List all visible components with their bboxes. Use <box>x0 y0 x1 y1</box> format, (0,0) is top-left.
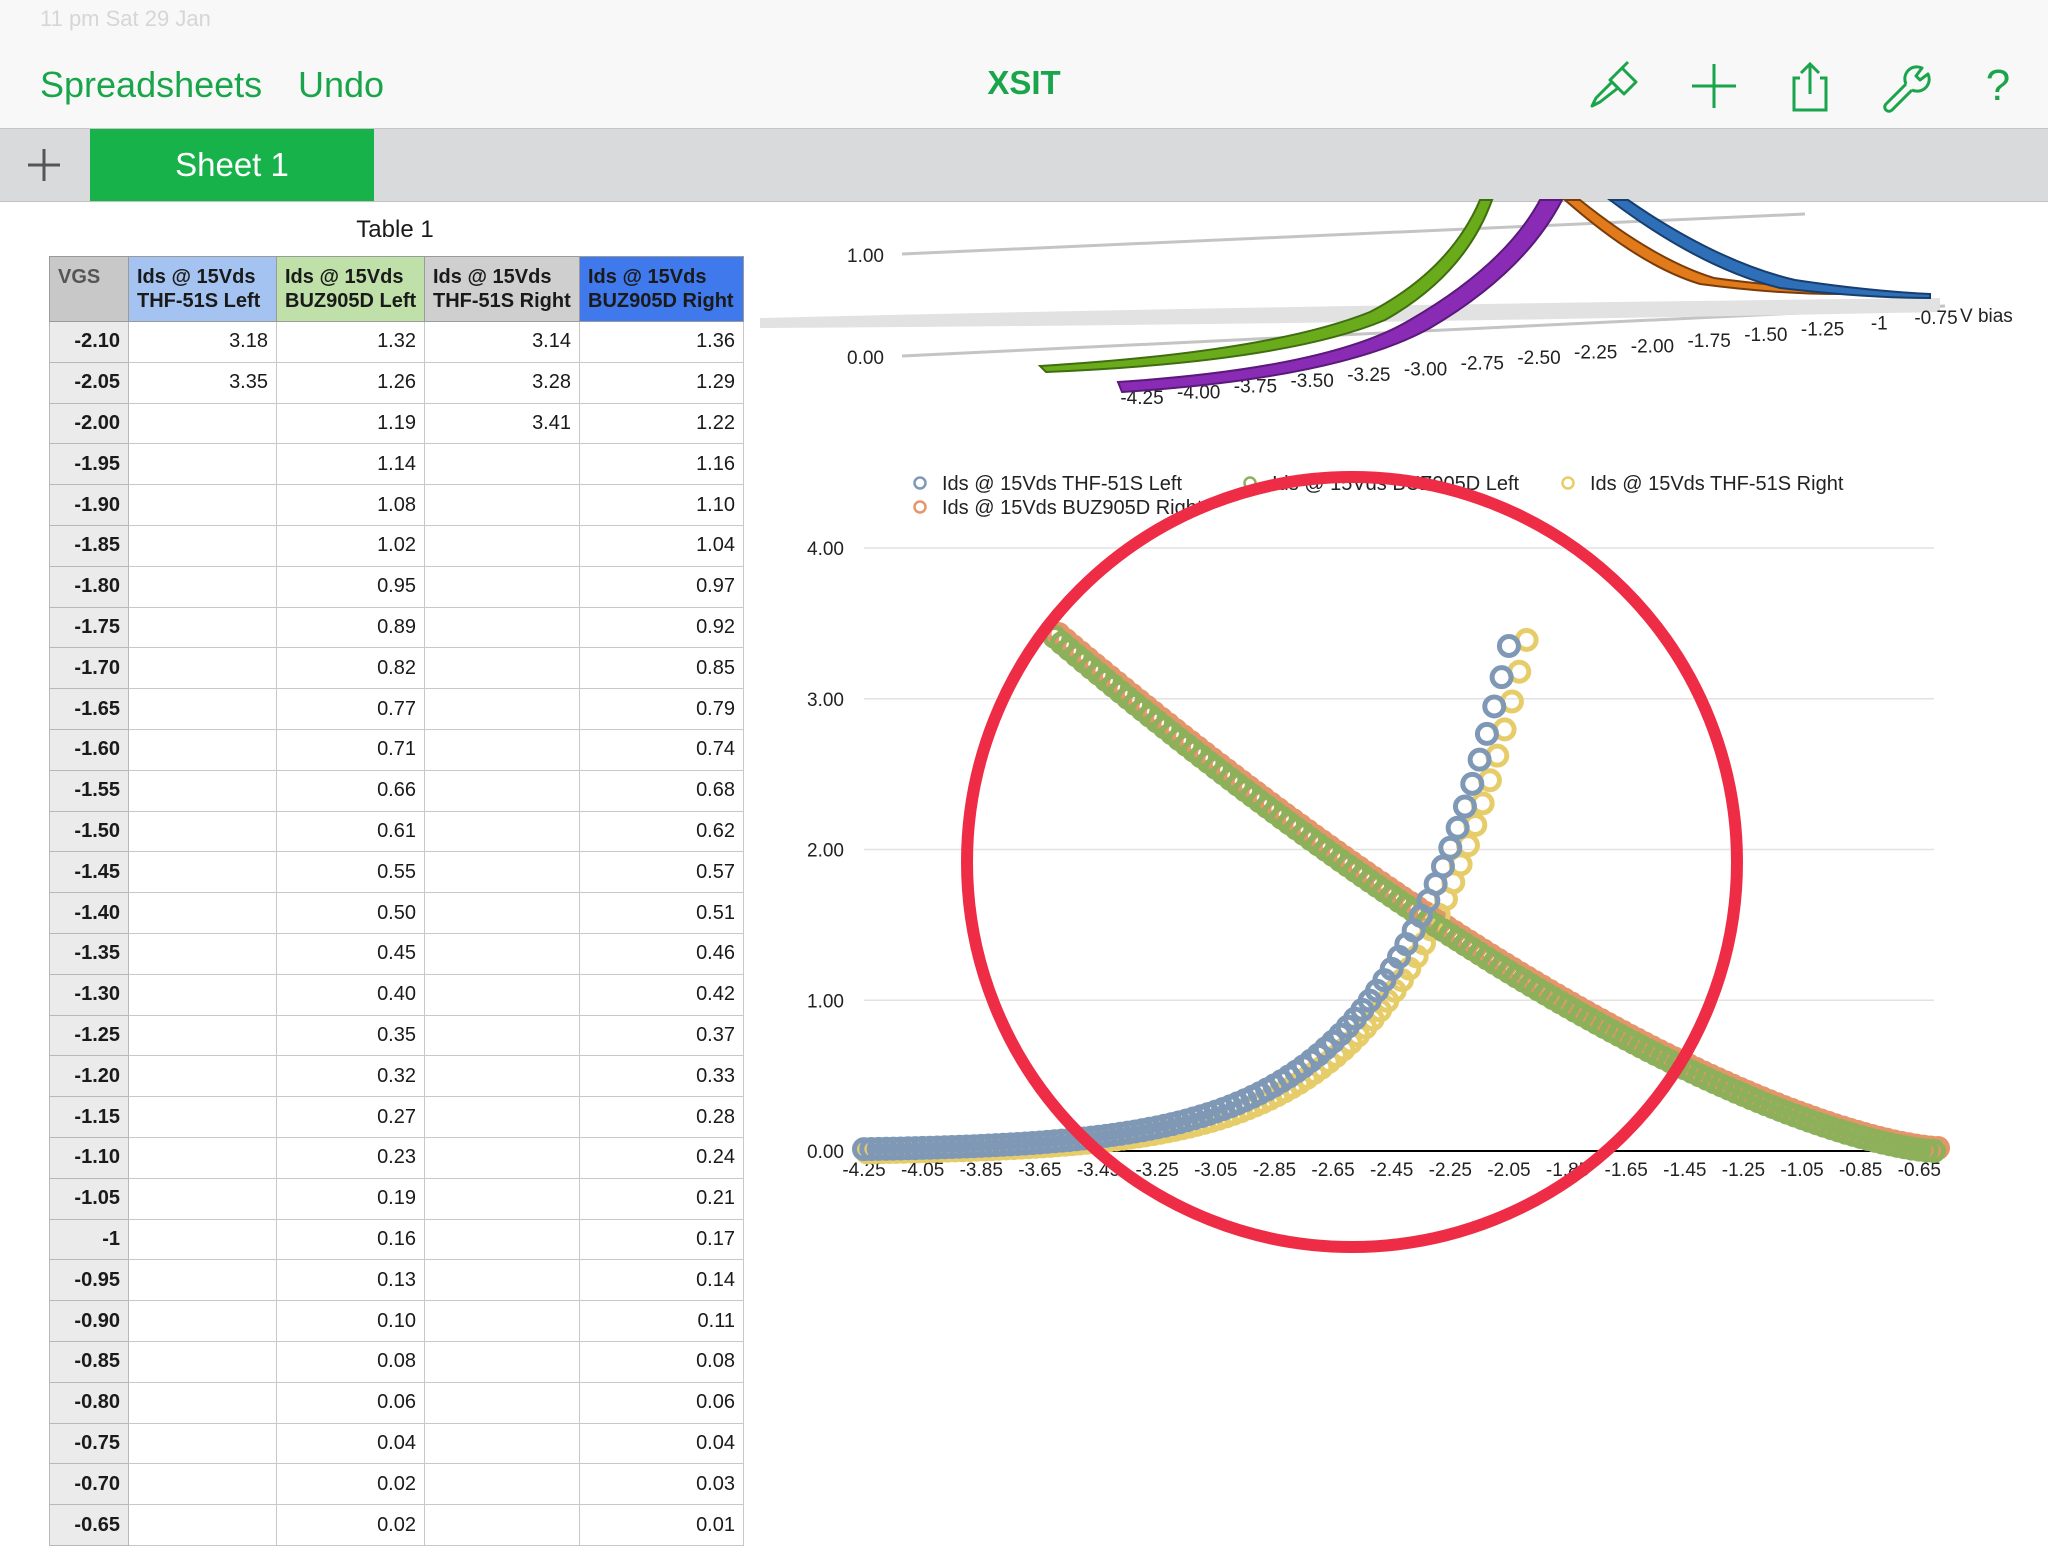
x-tick-label: -0.85 <box>1839 1160 1882 1181</box>
y-tick-label: 2.00 <box>807 841 844 862</box>
legend-marker <box>913 476 927 490</box>
x-tick-label: -3.65 <box>1018 1160 1061 1181</box>
scatter-series-2 <box>1042 624 1946 1163</box>
legend-label: Ids @ 15Vds THF-51S Left <box>942 473 1182 495</box>
ribbon-x-tick-label: -0.75 <box>1914 308 1957 329</box>
ribbon-x-tick-label: -2.50 <box>1517 348 1560 369</box>
x-tick-label: -0.65 <box>1898 1160 1941 1181</box>
ribbon-y-tick-label: 0.00 <box>847 348 884 369</box>
ribbon-x-tick-label: -3.00 <box>1404 359 1447 380</box>
scatter-chart[interactable]: Ids @ 15Vds THF-51S Left Ids @ 15Vds BUZ9… <box>807 473 1950 1181</box>
scatter-point <box>1489 665 1514 690</box>
ribbon-x-tick-label: -2.25 <box>1574 342 1617 363</box>
x-tick-label: -3.05 <box>1194 1160 1237 1181</box>
ribbon-x-tick-label: -1.50 <box>1744 325 1787 346</box>
legend-label: Ids @ 15Vds THF-51S Right <box>1590 473 1844 495</box>
ribbon-x-tick-label: -1 <box>1871 314 1888 335</box>
x-tick-label: -2.05 <box>1487 1160 1530 1181</box>
ribbon-chart-3d[interactable]: 0.001.00-4.25 -4.00 -3.75 -3.50 -3.25 -3.00 -2… <box>760 199 2013 409</box>
ribbon-x-tick-label: -2.00 <box>1631 337 1674 358</box>
ribbon-x-tick-label: -1.25 <box>1801 319 1844 340</box>
x-tick-label: -1.25 <box>1722 1160 1765 1181</box>
scatter-series-4 <box>1046 621 1950 1160</box>
legend-marker <box>1561 476 1575 490</box>
x-tick-label: -2.25 <box>1429 1160 1472 1181</box>
ribbon-x-tick-label: -3.50 <box>1290 371 1333 392</box>
legend-marker <box>913 500 927 514</box>
y-tick-label: 4.00 <box>807 539 844 560</box>
y-tick-label: 0.00 <box>807 1142 844 1163</box>
scatter-point <box>1496 633 1521 658</box>
x-tick-label: -1.05 <box>1780 1160 1823 1181</box>
scatter-point <box>1482 694 1507 719</box>
y-tick-label: 1.00 <box>807 991 844 1012</box>
x-tick-label: -2.85 <box>1253 1160 1296 1181</box>
legend-label: Ids @ 15Vds BUZ905D Right <box>942 497 1203 519</box>
x-tick-label: -2.65 <box>1311 1160 1354 1181</box>
ribbon-x-tick-label: -3.25 <box>1347 365 1390 386</box>
y-tick-label: 3.00 <box>807 690 844 711</box>
x-tick-label: -3.85 <box>960 1160 1003 1181</box>
x-tick-label: -4.05 <box>901 1160 944 1181</box>
ribbon-y-tick-label: 1.00 <box>847 246 884 267</box>
charts-canvas: 0.001.00-4.25 -4.00 -3.75 -3.50 -3.25 -3.00 -2… <box>760 199 2013 1253</box>
x-tick-label: -1.65 <box>1605 1160 1648 1181</box>
x-tick-label: -1.45 <box>1663 1160 1706 1181</box>
scatter-series-1 <box>852 633 1521 1162</box>
ribbon-x-tick-label: -2.75 <box>1461 354 1504 375</box>
ribbon-axis-label: V bias <box>1960 306 2013 327</box>
x-tick-label: -2.45 <box>1370 1160 1413 1181</box>
ribbon-x-tick-label: -1.75 <box>1687 331 1730 352</box>
